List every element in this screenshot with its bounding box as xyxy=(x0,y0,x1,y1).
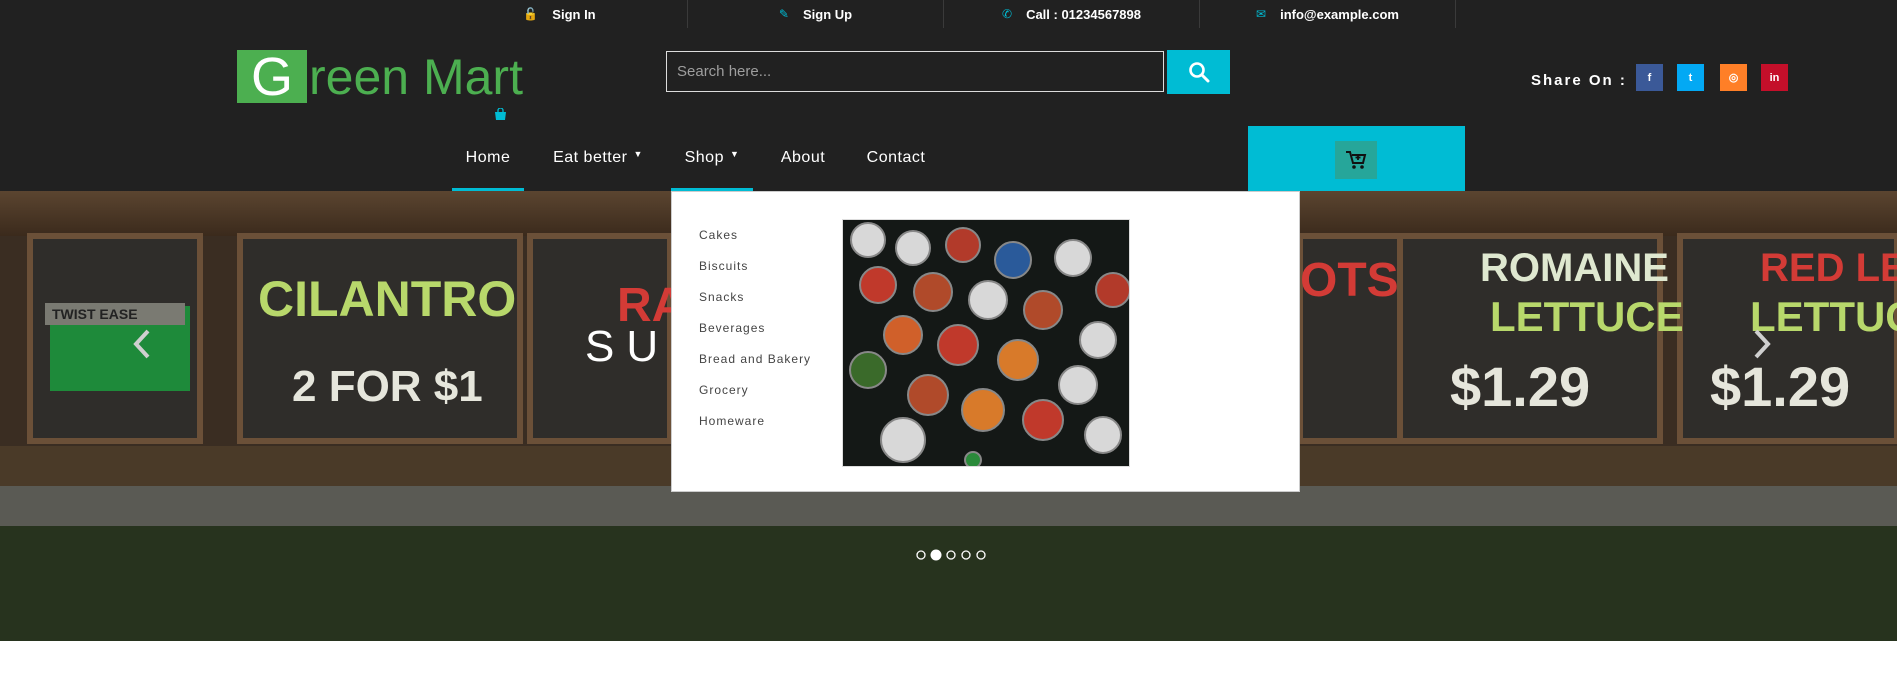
envelope-icon: ✉ xyxy=(1256,7,1267,21)
caret-down-icon: ▼ xyxy=(729,149,740,159)
sign-in-label: Sign In xyxy=(552,6,596,22)
search-icon xyxy=(1188,62,1209,83)
cart-icon xyxy=(1346,151,1367,169)
nav-shop[interactable]: Shop ▼ xyxy=(671,131,753,191)
caret-down-icon: ▼ xyxy=(633,149,643,159)
shop-dropdown-menu: Cakes Biscuits Snacks Beverages Bread an… xyxy=(671,191,1300,492)
phone-icon: ✆ xyxy=(1002,7,1013,21)
instagram-icon[interactable]: ◎ xyxy=(1720,64,1747,91)
dropdown-promo-image xyxy=(842,219,1130,467)
cart-panel xyxy=(1248,126,1465,191)
edit-icon: ✎ xyxy=(778,7,789,21)
nav-shop-label: Shop xyxy=(684,149,724,166)
logo-text: reen Mart xyxy=(309,48,523,105)
menu-item-homeware[interactable]: Homeware xyxy=(699,414,765,428)
search-button[interactable] xyxy=(1167,50,1230,94)
nav-eat-better[interactable]: Eat better ▼ xyxy=(548,131,648,191)
nav-about[interactable]: About xyxy=(772,131,834,191)
sign-in-link[interactable]: 🔓 Sign In xyxy=(432,0,688,28)
search-input[interactable] xyxy=(666,51,1164,92)
linkedin-icon[interactable]: in xyxy=(1761,64,1788,91)
sign-up-label: Sign Up xyxy=(802,6,853,22)
nav-home[interactable]: Home xyxy=(452,131,524,191)
facebook-icon[interactable]: f xyxy=(1636,64,1663,91)
chalk-lettuce: LETTUCE xyxy=(1490,293,1684,340)
nav-about-label: About xyxy=(780,149,826,166)
nav-contact[interactable]: Contact xyxy=(858,131,934,191)
chalk-twist-ease: TWIST EASE xyxy=(52,306,138,322)
chalk-price: $1.29 xyxy=(1450,355,1590,418)
chalk-price-2for1: 2 FOR $1 xyxy=(292,362,483,411)
nav-contact-label: Contact xyxy=(866,149,926,166)
chalk-price-2: $1.29 xyxy=(1710,355,1850,418)
lock-open-icon: 🔓 xyxy=(523,7,539,21)
email-label: info@example.com xyxy=(1280,6,1399,22)
top-bar: 🔓 Sign In ✎ Sign Up ✆ Call : 01234567898… xyxy=(432,0,1456,28)
menu-item-snacks[interactable]: Snacks xyxy=(699,290,744,304)
sign-up-link[interactable]: ✎ Sign Up xyxy=(688,0,944,28)
call-link[interactable]: ✆ Call : 01234567898 xyxy=(944,0,1200,28)
shopping-bag-icon xyxy=(494,107,507,124)
twitter-icon[interactable]: t xyxy=(1677,64,1704,91)
chalk-lettuce-2: LETTUC xyxy=(1750,293,1897,340)
menu-item-bread-and-bakery[interactable]: Bread and Bakery xyxy=(699,352,811,366)
menu-item-cakes[interactable]: Cakes xyxy=(699,228,738,242)
nav-home-label: Home xyxy=(465,149,511,166)
nav-eat-better-label: Eat better xyxy=(553,149,628,166)
carousel-indicator-2[interactable] xyxy=(930,549,942,561)
menu-item-biscuits[interactable]: Biscuits xyxy=(699,259,748,273)
call-label: Call : 01234567898 xyxy=(1026,6,1141,22)
hero-caption: SU xyxy=(585,322,670,371)
menu-item-grocery[interactable]: Grocery xyxy=(699,383,749,397)
chalk-ots: OTS xyxy=(1300,254,1399,307)
site-header: 🔓 Sign In ✎ Sign Up ✆ Call : 01234567898… xyxy=(0,0,1897,191)
chalk-romaine: ROMAINE xyxy=(1480,246,1669,290)
site-logo[interactable]: G reen Mart xyxy=(237,47,523,107)
chalk-red-leaf: RED LEA xyxy=(1760,246,1897,290)
cart-button[interactable] xyxy=(1335,141,1377,179)
share-label: Share On : xyxy=(1531,72,1627,89)
chalk-cilantro: CILANTRO xyxy=(258,271,516,327)
logo-letter: G xyxy=(237,47,307,107)
menu-item-beverages[interactable]: Beverages xyxy=(699,321,765,335)
email-link[interactable]: ✉ info@example.com xyxy=(1200,0,1456,28)
